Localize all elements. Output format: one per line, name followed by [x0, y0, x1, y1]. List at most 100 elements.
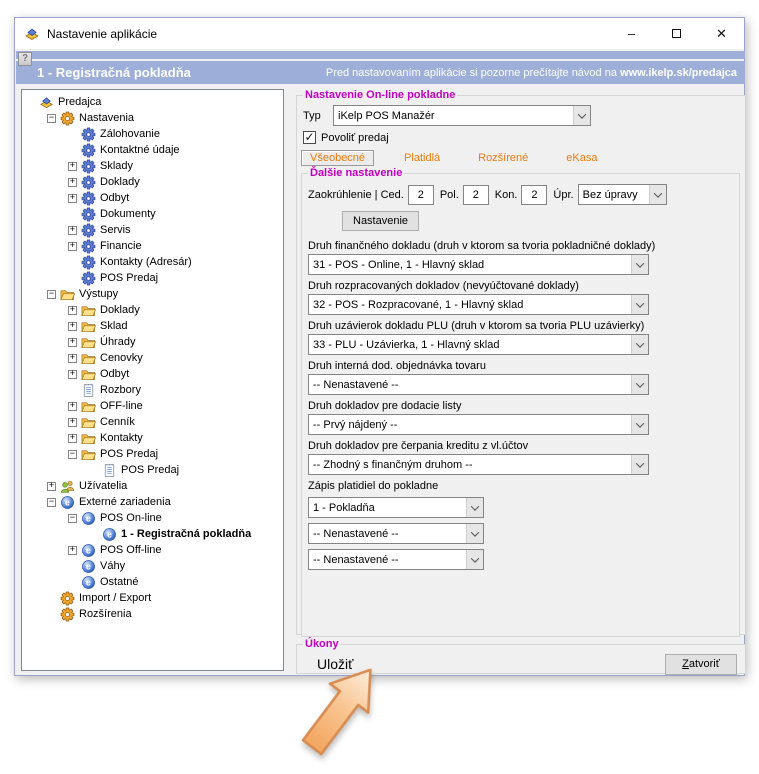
expand-toggle[interactable]: + — [68, 338, 77, 347]
nastavenie-button[interactable]: Nastavenie — [342, 211, 419, 231]
tree-item-pos-predaj[interactable]: POS Predaj — [22, 462, 283, 478]
tree-item-financie[interactable]: +Financie — [22, 238, 283, 254]
tree-item-ostatne[interactable]: eOstatné — [22, 574, 283, 590]
field-select-druh-dokladov-pre-cerpania-kreditu-z-vl-uctov[interactable]: -- Zhodný s finančným druhom -- — [308, 454, 649, 475]
tree-item-servis[interactable]: +Servis — [22, 222, 283, 238]
dropdown-arrow-icon[interactable] — [631, 295, 648, 314]
expand-toggle[interactable]: + — [68, 242, 77, 251]
tab-vseobecne[interactable]: Všeobecné — [301, 150, 374, 166]
tree-item-import-export[interactable]: Import / Export — [22, 590, 283, 606]
dropdown-arrow-icon[interactable] — [631, 335, 648, 354]
rounding-ced-input[interactable] — [408, 185, 434, 205]
dropdown-arrow-icon[interactable] — [631, 375, 648, 394]
expand-toggle[interactable]: − — [47, 498, 56, 507]
gear-blue-icon — [81, 159, 96, 174]
svg-text:e: e — [86, 561, 91, 571]
tree-item-doklady[interactable]: +Doklady — [22, 174, 283, 190]
dropdown-arrow-icon[interactable] — [631, 455, 648, 474]
tree-item-kontakty-adresar[interactable]: Kontakty (Adresár) — [22, 254, 283, 270]
typ-select[interactable]: iKelp POS Manažér — [333, 105, 591, 126]
tree-item-vahy[interactable]: eVáhy — [22, 558, 283, 574]
tree-item-doklady[interactable]: +Doklady — [22, 302, 283, 318]
field-select-druh-financneho-dokladu-druh-v-ktorom-sa-tvoria-pokladnicne-doklady[interactable]: 31 - POS - Online, 1 - Hlavný sklad — [308, 254, 649, 275]
rounding-pol-input[interactable] — [463, 185, 489, 205]
tree-item-zalohovanie[interactable]: Zálohovanie — [22, 126, 283, 142]
dropdown-arrow-icon[interactable] — [466, 550, 483, 569]
tree-item-kontaktne-udaje[interactable]: Kontaktné údaje — [22, 142, 283, 158]
dropdown-arrow-icon[interactable] — [631, 415, 648, 434]
tree-item-odbyt[interactable]: +Odbyt — [22, 366, 283, 382]
field-select-druh-rozpracovanych-dokladov-nevyuctovane-doklady[interactable]: 32 - POS - Rozpracované, 1 - Hlavný skla… — [308, 294, 649, 315]
expand-toggle[interactable]: + — [68, 354, 77, 363]
tree-item-pos-predaj[interactable]: −POS Predaj — [22, 446, 283, 462]
tree-item-rozsirenia[interactable]: Rozšírenia — [22, 606, 283, 622]
notice-link[interactable]: www.ikelp.sk/predajca — [620, 67, 737, 79]
expand-toggle[interactable]: + — [68, 370, 77, 379]
expand-toggle[interactable]: + — [68, 306, 77, 315]
allow-sale-checkbox[interactable]: ✓ — [303, 131, 316, 144]
tree-item-externe-zariadenia[interactable]: −eExterné zariadenia — [22, 494, 283, 510]
tab-rozsirene[interactable]: Rozšírené — [470, 151, 536, 165]
dropdown-arrow-icon[interactable] — [466, 524, 483, 543]
expand-toggle[interactable]: + — [68, 178, 77, 187]
expand-toggle[interactable]: + — [68, 194, 77, 203]
field-select-druh-dokladov-pre-dodacie-listy[interactable]: -- Prvý nájdený -- — [308, 414, 649, 435]
tree-item-sklady[interactable]: + Sklady — [22, 158, 283, 174]
field-select-nenastavene[interactable]: -- Nenastavené -- — [308, 549, 484, 570]
dropdown-arrow-icon[interactable] — [466, 498, 483, 517]
expand-toggle[interactable]: + — [68, 402, 77, 411]
tree-item-label: Cenník — [100, 416, 135, 428]
dropdown-arrow-icon[interactable] — [649, 185, 666, 204]
expand-toggle[interactable]: − — [47, 114, 56, 123]
document-icon — [81, 383, 96, 398]
tree-item-nastavenia[interactable]: −Nastavenia — [22, 110, 283, 126]
tree-item-uhrady[interactable]: +Úhrady — [22, 334, 283, 350]
tree-item-sklad[interactable]: +Sklad — [22, 318, 283, 334]
rounding-kon-input[interactable] — [521, 185, 547, 205]
rounding-row: Zaokrúhlenie | Ced. Pol. Kon. Úpr. Bez ú… — [308, 184, 733, 205]
minimize-button[interactable]: – — [609, 18, 654, 49]
tree-item-pos-off-line[interactable]: +ePOS Off-line — [22, 542, 283, 558]
tree-item-1-registracna-pokladna[interactable]: e1 - Registračná pokladňa — [22, 526, 283, 542]
svg-text:e: e — [107, 529, 112, 539]
tree-item-pos-predaj[interactable]: POS Predaj — [22, 270, 283, 286]
field-select-nenastavene[interactable]: -- Nenastavené -- — [308, 523, 484, 544]
tree-item-predajca[interactable]: Predajca — [22, 94, 283, 110]
expand-toggle[interactable]: + — [68, 226, 77, 235]
expand-toggle[interactable]: + — [68, 546, 77, 555]
expand-toggle[interactable]: + — [68, 434, 77, 443]
dropdown-arrow-icon[interactable] — [573, 106, 590, 125]
expand-toggle[interactable]: + — [68, 418, 77, 427]
tree-item-pos-on-line[interactable]: −ePOS On-line — [22, 510, 283, 526]
expand-toggle[interactable]: + — [68, 322, 77, 331]
tree-item-vystupy[interactable]: − Výstupy — [22, 286, 283, 302]
expand-toggle[interactable]: − — [68, 450, 77, 459]
close-button[interactable]: ✕ — [699, 18, 744, 49]
tree-item-odbyt[interactable]: +Odbyt — [22, 190, 283, 206]
expand-toggle[interactable]: + — [47, 482, 56, 491]
tree-item-label: Sklady — [100, 160, 133, 172]
tree-item-kontakty[interactable]: +Kontakty — [22, 430, 283, 446]
dropdown-arrow-icon[interactable] — [631, 255, 648, 274]
maximize-button[interactable] — [654, 18, 699, 49]
field-select-druh-uzavierok-dokladu-plu-druh-v-ktorom-sa-tvoria-plu-uzavierky[interactable]: 33 - PLU - Uzávierka, 1 - Hlavný sklad — [308, 334, 649, 355]
tree-item-cenovky[interactable]: +Cenovky — [22, 350, 283, 366]
tree-item-uzivatelia[interactable]: +Užívatelia — [22, 478, 283, 494]
tab-platidla[interactable]: Platidlá — [396, 151, 448, 165]
tree-item-rozbory[interactable]: Rozbory — [22, 382, 283, 398]
expand-toggle[interactable]: + — [68, 162, 77, 171]
close-dialog-button[interactable]: Zatvoriť — [665, 654, 737, 675]
tree-item-label: Výstupy — [79, 288, 118, 300]
expand-toggle[interactable]: − — [47, 290, 56, 299]
help-button[interactable]: ? — [18, 52, 32, 66]
field-select-druh-interna-dod-objednavka-tovaru[interactable]: -- Nenastavené -- — [308, 374, 649, 395]
tree-item-cennik[interactable]: + Cenník — [22, 414, 283, 430]
tab-ekasa[interactable]: eKasa — [558, 151, 605, 165]
tree-item-off-line[interactable]: +OFF-line — [22, 398, 283, 414]
rounding-upr-select[interactable]: Bez úpravy — [578, 184, 667, 205]
expand-toggle[interactable]: − — [68, 514, 77, 523]
tree-item-label: POS On-line — [100, 512, 162, 524]
field-select-zapis-platidiel-do-pokladne[interactable]: 1 - Pokladňa — [308, 497, 484, 518]
selected-value: -- Nenastavené -- — [309, 528, 466, 540]
tree-item-dokumenty[interactable]: Dokumenty — [22, 206, 283, 222]
